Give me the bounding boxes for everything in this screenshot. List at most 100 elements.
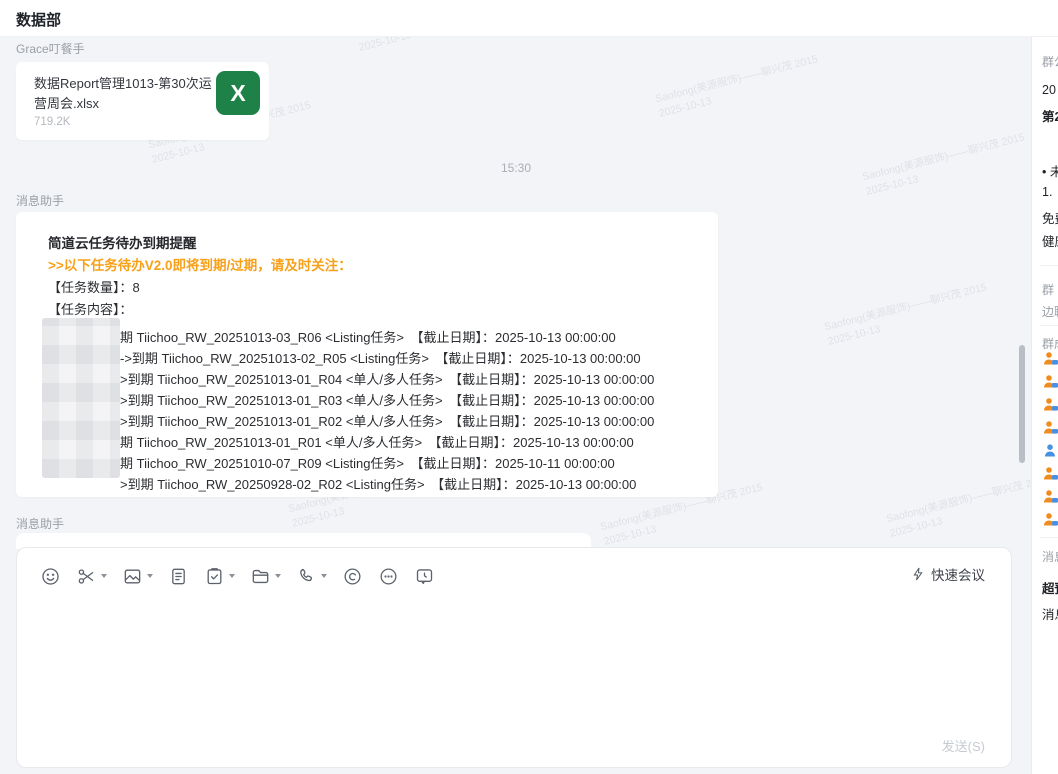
message-composer: 快速会议 发送(S) (16, 547, 1012, 768)
send-button[interactable]: 发送(S) (942, 736, 985, 755)
excel-file-icon: X (216, 71, 260, 115)
member-avatar[interactable] (1043, 466, 1058, 482)
sender-name: 消息助手 (16, 515, 64, 532)
image-icon (122, 566, 143, 587)
person-icon (1043, 466, 1058, 482)
task-row: 期 Tiichoo_RW_20251010-07_R09 <Listing任务>… (48, 453, 704, 474)
todo-button[interactable] (201, 562, 238, 591)
task-prefix: ->到期 (120, 351, 158, 366)
task-prefix: 期 (120, 330, 133, 345)
link-loop-icon (342, 566, 363, 587)
member-avatar[interactable] (1043, 420, 1058, 436)
announcement-line: 免费 (1042, 208, 1058, 227)
scissors-icon (76, 566, 97, 587)
group-section-value[interactable]: 边聊 (1042, 303, 1058, 320)
chevron-down-icon (275, 574, 281, 578)
app-window: Saofong(美源服饰)——聊兴茂 20152025-10-13 Saofon… (0, 0, 1058, 774)
reminder-title: 简道云任务待办到期提醒 (48, 233, 704, 255)
composer-toolbar (37, 558, 438, 594)
task-row: >到期 Tiichoo_RW_20250928-02_R02 <Listing任… (48, 474, 704, 495)
call-button[interactable] (293, 562, 330, 591)
emoji-button[interactable] (37, 562, 64, 591)
member-avatar[interactable] (1043, 443, 1058, 459)
task-text: Tiichoo_RW_20251013-01_R03 <单人/多人任务> 【截止… (154, 393, 655, 408)
announcement-line: 1. (1042, 185, 1052, 199)
file-message-card[interactable]: 数据Report管理1013-第30次运营周会.xlsx 719.2K X (16, 62, 269, 140)
task-prefix: >到期 (120, 372, 154, 387)
member-avatar[interactable] (1043, 397, 1058, 413)
task-prefix: >到期 (120, 477, 154, 492)
announcement-line: 20 (1042, 83, 1056, 97)
chevron-down-icon (229, 574, 235, 578)
watermark: Saofong(美源服饰)——聊兴茂 20152025-10-13 (654, 52, 823, 121)
divider (1040, 265, 1058, 266)
group-info-sidebar: 群公 20 第2 • 未 1. 免费 健康 群 边聊 群成 消息 超预 消息 (1031, 37, 1058, 774)
group-announcement-label: 群公 (1042, 53, 1058, 70)
chevron-down-icon (101, 574, 107, 578)
task-prefix: >到期 (120, 393, 154, 408)
more-dots-icon (378, 566, 399, 587)
task-text: Tiichoo_RW_20251013-01_R01 <单人/多人任务> 【截止… (133, 435, 634, 450)
file-size: 719.2K (34, 116, 70, 128)
timestamp: 15:30 (0, 161, 1032, 175)
task-row: 期 Tiichoo_RW_20251013-03_R06 <Listing任务>… (48, 327, 704, 348)
task-prefix: >到期 (120, 414, 154, 429)
folder-button[interactable] (247, 562, 284, 591)
message-input[interactable] (29, 600, 999, 727)
announcement-line: 第2 (1042, 106, 1058, 125)
task-reminder-card[interactable]: 简道云任务待办到期提醒 >>以下任务待办V2.0即将到期/过期，请及时关注： 【… (16, 212, 718, 497)
member-avatar[interactable] (1043, 351, 1058, 367)
quick-meeting-label: 快速会议 (931, 564, 985, 584)
member-avatar[interactable] (1043, 374, 1058, 390)
chevron-down-icon (147, 574, 153, 578)
chat-history-button[interactable] (411, 562, 438, 591)
announcement-line: • 未 (1042, 161, 1058, 180)
task-row: >到期 Tiichoo_RW_20251013-01_R04 <单人/多人任务>… (48, 369, 704, 390)
chat-header: 数据部 (0, 0, 1058, 37)
sender-name: Grace叮餐手 (16, 40, 85, 57)
reminder-subtitle: >>以下任务待办V2.0即将到期/过期，请及时关注： (48, 255, 704, 277)
task-list: 期 Tiichoo_RW_20251013-03_R06 <Listing任务>… (48, 327, 704, 495)
message-clock-icon (414, 566, 435, 587)
group-members-label: 群成 (1042, 335, 1058, 352)
chat-title: 数据部 (16, 9, 61, 30)
task-text: Tiichoo_RW_20251013-01_R02 <单人/多人任务> 【截止… (154, 414, 655, 429)
file-button[interactable] (165, 562, 192, 591)
emoji-icon (40, 566, 61, 587)
chat-scrollbar[interactable] (1019, 345, 1025, 463)
pinned-message-item[interactable]: 消息 (1042, 604, 1058, 623)
person-icon (1043, 374, 1058, 390)
link-button[interactable] (339, 562, 366, 591)
censored-names-blur (42, 318, 120, 478)
task-row: 期 Tiichoo_RW_20251013-01_R01 <单人/多人任务> 【… (48, 432, 704, 453)
divider (1040, 537, 1058, 538)
watermark: Saofong(美源服饰)——聊兴茂 20152025-10-13 (885, 472, 1054, 541)
file-name: 数据Report管理1013-第30次运营周会.xlsx (34, 74, 216, 114)
lightning-icon (910, 566, 926, 582)
member-avatar[interactable] (1043, 489, 1058, 505)
divider (1040, 325, 1058, 326)
folder-icon (250, 566, 271, 587)
person-icon (1043, 351, 1058, 367)
person-icon (1043, 420, 1058, 436)
screenshot-button[interactable] (73, 562, 110, 591)
task-count-line: 【任务数量】：8 (48, 277, 704, 299)
task-text: Tiichoo_RW_20251013-01_R04 <单人/多人任务> 【截止… (154, 372, 655, 387)
task-text: Tiichoo_RW_20251013-03_R06 <Listing任务> 【… (133, 330, 616, 345)
watermark: Saofong(美源服饰)——聊兴茂 20152025-10-13 (823, 280, 992, 349)
pinned-message-item[interactable]: 超预 (1042, 578, 1058, 597)
document-icon (168, 566, 189, 587)
pinned-messages-label: 消息 (1042, 548, 1058, 565)
group-section-label: 群 (1042, 281, 1054, 298)
member-avatar[interactable] (1043, 512, 1058, 528)
person-icon (1043, 397, 1058, 413)
sender-name: 消息助手 (16, 192, 64, 209)
more-button[interactable] (375, 562, 402, 591)
task-text: Tiichoo_RW_20251010-07_R09 <Listing任务> 【… (133, 456, 615, 471)
chevron-down-icon (321, 574, 327, 578)
task-content-line: 【任务内容】： (48, 299, 704, 321)
image-button[interactable] (119, 562, 156, 591)
quick-meeting-button[interactable]: 快速会议 (910, 564, 985, 584)
phone-icon (296, 566, 317, 587)
person-icon (1043, 443, 1058, 459)
